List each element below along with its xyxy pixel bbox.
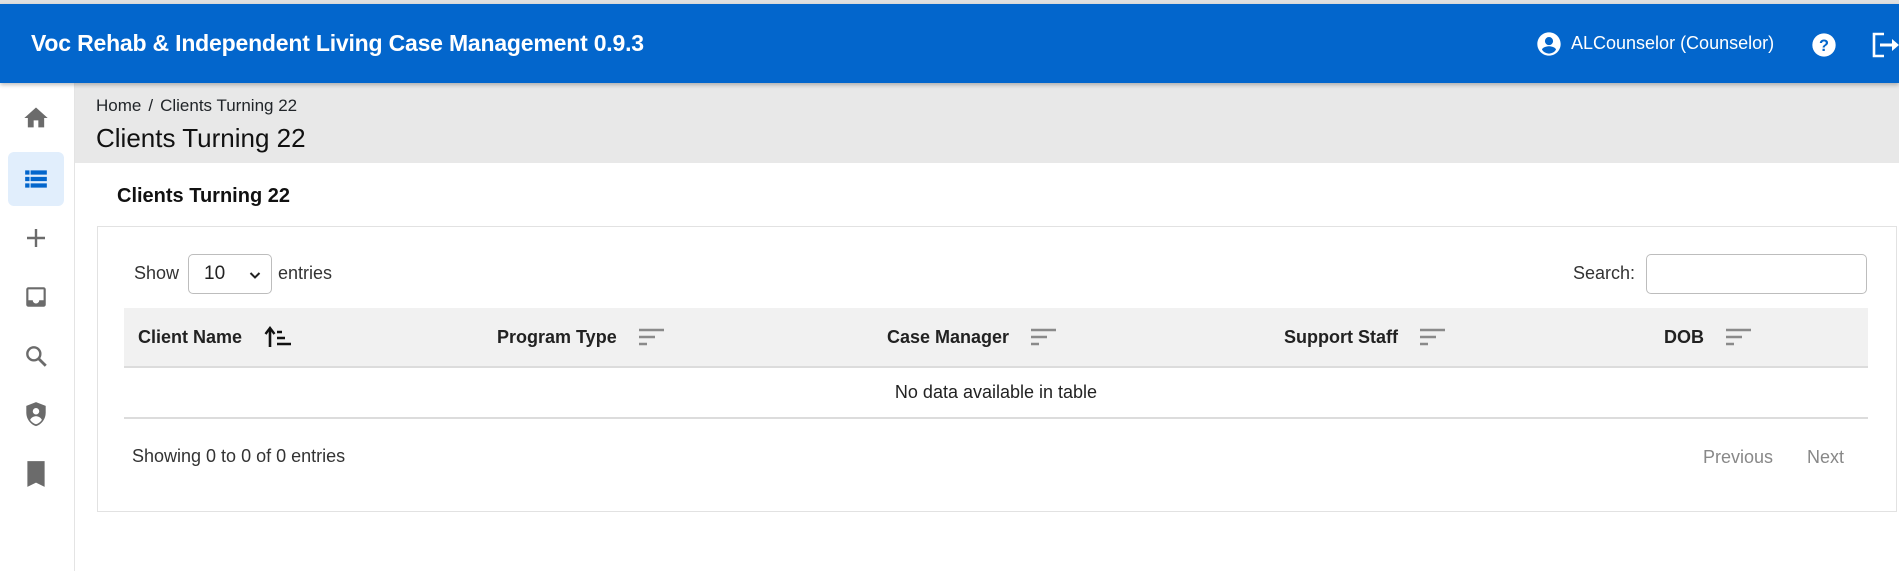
help-button[interactable]: ? [1810, 31, 1838, 59]
sidebar-item-add[interactable] [8, 211, 64, 265]
column-header-case-manager[interactable]: Case Manager [887, 308, 1057, 366]
page-title: Clients Turning 22 [96, 123, 306, 153]
show-label: Show [134, 263, 180, 283]
column-label: Program Type [497, 326, 617, 347]
sort-unsorted-icon [638, 328, 665, 346]
sidebar-item-bookmarks[interactable] [8, 447, 64, 501]
sort-unsorted-icon [1420, 328, 1446, 346]
page-length-value: 10 [204, 263, 226, 284]
table-header-row: Client Name Program Type Case Manager Su… [124, 308, 1868, 368]
app-header: Voc Rehab & Independent Living Case Mana… [0, 4, 1899, 83]
column-header-dob[interactable]: DOB [1664, 308, 1752, 366]
user-menu[interactable]: ALCounselor (Counselor) [1535, 4, 1774, 83]
breadcrumb-home-link[interactable]: Home [96, 96, 141, 115]
next-page-button[interactable]: Next [1807, 447, 1844, 468]
inbox-icon [26, 287, 46, 307]
clients-table-card: Show 10 entries Search: Client Name Prog… [97, 226, 1897, 512]
breadcrumb-current: Clients Turning 22 [160, 96, 298, 115]
table-info: Showing 0 to 0 of 0 entries [132, 446, 346, 466]
page-header: Home / Clients Turning 22 Clients Turning … [75, 83, 1899, 163]
plus-icon [27, 229, 45, 247]
search-icon [26, 346, 47, 367]
sort-unsorted-icon [1726, 328, 1752, 346]
bookmark-icon [27, 461, 45, 487]
entries-label: entries [278, 263, 333, 283]
sort-ascending-icon [264, 326, 292, 348]
home-icon [24, 107, 48, 128]
breadcrumb-separator: / [148, 96, 154, 115]
sidebar-item-admin[interactable] [8, 388, 64, 442]
column-label: Support Staff [1284, 326, 1398, 347]
column-label: DOB [1664, 326, 1704, 347]
svg-text:?: ? [1819, 37, 1829, 55]
breadcrumb: Home / Clients Turning 22 [96, 96, 297, 116]
column-header-support-staff[interactable]: Support Staff [1284, 308, 1446, 366]
help-circle-icon: ? [1812, 33, 1836, 57]
search-input[interactable] [1646, 254, 1867, 294]
user-label: ALCounselor (Counselor) [1571, 33, 1775, 53]
sidebar-item-list[interactable] [8, 152, 64, 206]
account-circle-icon [1537, 31, 1561, 56]
column-label: Client Name [138, 326, 243, 347]
shield-person-icon [26, 402, 46, 427]
logout-icon [1872, 32, 1899, 58]
column-label: Case Manager [887, 326, 1010, 347]
sidebar-item-search[interactable] [8, 329, 64, 383]
sidebar-item-inbox[interactable] [8, 270, 64, 324]
chevron-down-icon [249, 272, 261, 279]
search-label: Search: [1573, 263, 1636, 283]
page-length-select[interactable]: 10 [188, 254, 272, 294]
column-header-client-name[interactable]: Client Name [138, 308, 292, 366]
previous-page-button[interactable]: Previous [1703, 447, 1773, 468]
sidebar-item-home[interactable] [8, 91, 64, 145]
sidebar [0, 83, 75, 571]
list-icon [25, 170, 47, 188]
empty-table-message: No data available in table [124, 368, 1868, 419]
column-header-program-type[interactable]: Program Type [497, 308, 665, 366]
app-title: Voc Rehab & Independent Living Case Mana… [31, 30, 644, 56]
section-title: Clients Turning 22 [117, 185, 290, 207]
logout-button[interactable] [1870, 31, 1899, 59]
sort-unsorted-icon [1031, 328, 1057, 346]
